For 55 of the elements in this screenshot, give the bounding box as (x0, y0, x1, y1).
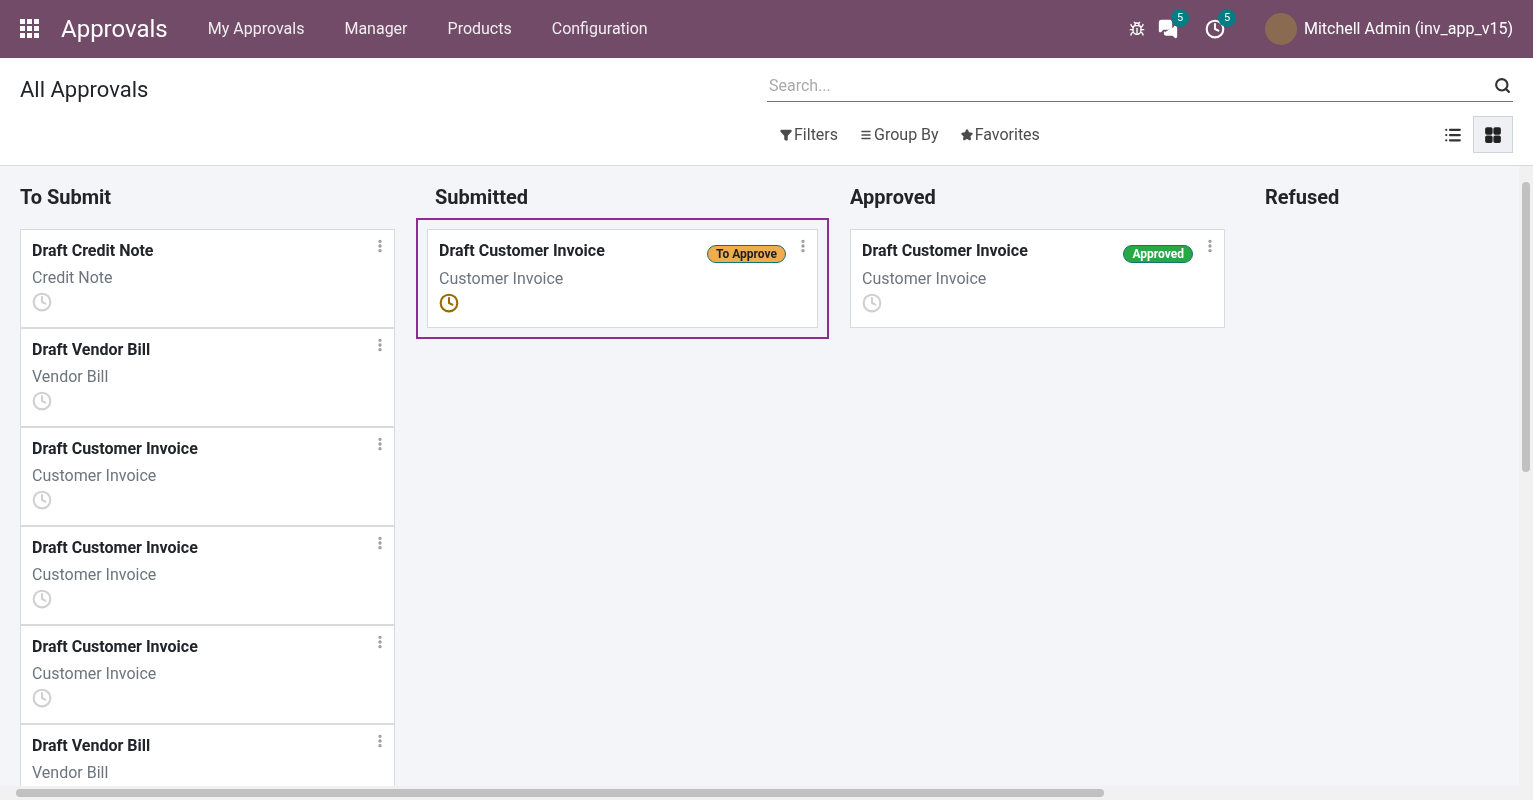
search-field[interactable]: Search... (767, 70, 1494, 102)
card-subtitle: Customer Invoice (439, 268, 565, 290)
nav-menu-item[interactable]: Configuration (531, 17, 668, 41)
card-title: Draft Credit Note (32, 240, 154, 262)
message-count-badge: 5 (1170, 9, 1190, 27)
kanban-card[interactable]: Draft Customer Invoice Customer Invoice (20, 625, 395, 724)
filter-icon (780, 128, 792, 141)
card-title: Draft Vendor Bill (32, 339, 151, 361)
column-title: Refused (1265, 184, 1341, 210)
card-subtitle: Customer Invoice (32, 465, 158, 487)
kanban-card[interactable]: Draft Customer Invoice Customer Invoice (20, 526, 395, 625)
grid-icon (1484, 125, 1502, 144)
card-subtitle: Customer Invoice (32, 564, 158, 586)
kanban-card[interactable]: Draft Customer Invoice To Approve Customer Invoice (427, 229, 818, 328)
chat-icon[interactable] (1157, 19, 1178, 39)
menu-lines-icon (860, 128, 873, 141)
card-subtitle: Vendor Bill (32, 366, 110, 388)
app-title[interactable]: Approvals (61, 11, 168, 47)
nav-menu-item[interactable]: Products (427, 17, 532, 41)
user-name[interactable]: Mitchell Admin (inv_app_v15) (1303, 17, 1513, 41)
search-option-button[interactable]: Favorites (949, 116, 1051, 153)
card-subtitle: Credit Note (32, 267, 114, 289)
nav-menu-item[interactable]: My Approvals (187, 17, 325, 41)
status-badge: Approved (1123, 245, 1193, 263)
kanban-card[interactable]: Draft Customer Invoice Customer Invoice (20, 427, 395, 526)
vertical-scrollbar[interactable] (1519, 166, 1533, 786)
search-option-button[interactable]: Filters (769, 116, 850, 153)
kanban-card[interactable]: Draft Vendor Bill Vendor Bill (20, 328, 395, 427)
card-title: Draft Customer Invoice (32, 636, 198, 658)
column-title: To Submit (20, 184, 113, 210)
card-title: Draft Customer Invoice (862, 240, 1028, 262)
apps-grid-icon[interactable] (20, 19, 40, 39)
card-title: Draft Vendor Bill (32, 735, 151, 757)
card-subtitle: Customer Invoice (32, 663, 158, 685)
debug-bug-icon[interactable] (1128, 21, 1145, 37)
nav-menu-item[interactable]: Manager (324, 17, 428, 41)
card-title: Draft Customer Invoice (32, 438, 198, 460)
page-title: All Approvals (20, 77, 149, 102)
card-title: Draft Customer Invoice (439, 240, 605, 262)
status-badge: To Approve (707, 245, 786, 263)
card-subtitle: Customer Invoice (862, 268, 988, 290)
search-icon[interactable] (1494, 77, 1511, 94)
activity-count-badge: 5 (1217, 9, 1237, 27)
column-title: Approved (850, 184, 937, 210)
avatar-silhouette[interactable] (1264, 13, 1297, 45)
kanban-card[interactable]: Draft Customer Invoice Approved Customer Invoice (850, 229, 1225, 328)
horizontal-scrollbar[interactable] (0, 786, 1533, 800)
star-icon (960, 128, 973, 141)
card-title: Draft Customer Invoice (32, 537, 198, 559)
search-option-button[interactable]: Group By (849, 116, 950, 153)
activity-clock-icon[interactable] (439, 293, 459, 313)
card-subtitle: Vendor Bill (32, 762, 110, 784)
kanban-view-button[interactable] (1473, 116, 1513, 153)
kanban-card[interactable]: Draft Credit Note Credit Note (20, 229, 395, 328)
column-title: Submitted (435, 184, 529, 210)
